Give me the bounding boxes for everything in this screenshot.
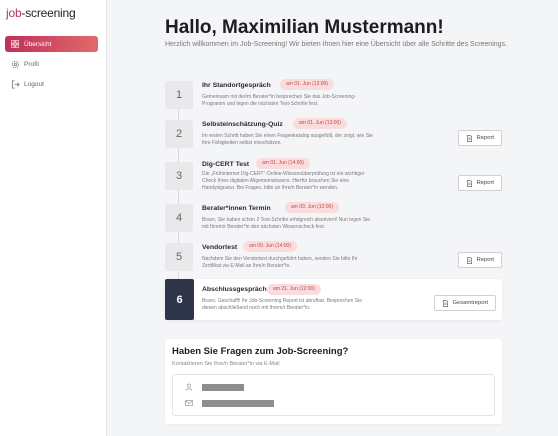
step-item: 2 Selbsteinschätzung-Quiz am 01. Jun (13… — [165, 117, 502, 155]
step-item-active: 6 Abschlussgespräch am 21. Jun (12:00) B… — [165, 279, 502, 320]
step-item: 1 Ihr Standortgespräch am 01. Jun (12:00… — [165, 78, 502, 116]
sidebar: job-screening Übersicht Profil Logout — [0, 0, 107, 436]
step-description: Bravo. Geschafft! Ihr Job-Screening Repo… — [202, 298, 362, 312]
date-badge: am 21. Jun (12:00) — [267, 284, 321, 295]
report-button[interactable]: Report — [457, 175, 502, 191]
report-button-label: Report — [476, 257, 494, 263]
step-number: 6 — [165, 279, 194, 320]
step-title: Berater*innen Termin — [202, 205, 271, 212]
user-icon — [185, 383, 193, 391]
step-number: 2 — [165, 120, 193, 148]
main-content: Hallo, Maximilian Mustermann! Herzlich w… — [107, 0, 558, 436]
step-number: 4 — [165, 204, 193, 232]
step-description: Nachdem Sie den Vendortest durchgeführt … — [202, 256, 358, 270]
report-button[interactable]: Report — [457, 252, 502, 268]
contact-card: Haben Sie Fragen zum Job-Screening? Kont… — [165, 339, 502, 424]
step-title: Dig-CERT Test — [202, 161, 250, 168]
contact-details — [172, 374, 495, 416]
step-title: Selbsteinschätzung-Quiz — [202, 121, 283, 128]
logout-icon — [10, 79, 20, 89]
document-icon — [466, 179, 472, 187]
page-subtitle: Herzlich willkommen im Job-Screening! Wi… — [165, 41, 507, 48]
app-logo[interactable]: job-screening — [6, 6, 76, 20]
step-title: Vendortest — [202, 244, 238, 251]
step-number: 1 — [165, 81, 193, 109]
date-badge: am 01. Jun (13:00) — [293, 118, 347, 129]
redacted-name — [202, 383, 244, 391]
step-item: 4 Berater*innen Termin am 09. Jun (12:00… — [165, 201, 502, 239]
document-icon — [466, 134, 472, 142]
step-item: 5 Vendortest am 09. Jun (14:00) Nachdem … — [165, 240, 502, 278]
step-description: Im ersten Schritt haben Sie einen Fragen… — [202, 133, 373, 147]
step-title: Abschlussgespräch — [202, 286, 267, 293]
date-badge: am 01. Jun (12:00) — [280, 79, 334, 90]
sidebar-item-label: Profil — [24, 60, 39, 68]
date-badge: am 09. Jun (12:00) — [285, 202, 339, 213]
mail-icon — [185, 400, 193, 406]
contact-email-row — [185, 399, 274, 407]
step-number: 5 — [165, 243, 193, 271]
step-item: 3 Dig-CERT Test am 01. Jun (14:00) Die „… — [165, 157, 502, 195]
grid-icon — [10, 39, 20, 49]
redacted-email[interactable] — [202, 399, 274, 407]
report-button-label: Report — [476, 180, 494, 186]
page-title: Hallo, Maximilian Mustermann! — [165, 17, 444, 38]
report-button[interactable]: Report — [457, 130, 502, 146]
step-description: Gemeinsam mit der/m Berater*in bespreche… — [202, 94, 356, 108]
report-button-label: Report — [476, 135, 494, 141]
sidebar-item-logout[interactable]: Logout — [5, 76, 98, 92]
step-number: 3 — [165, 162, 193, 190]
sidebar-item-label: Logout — [24, 80, 44, 88]
date-badge: am 09. Jun (14:00) — [243, 241, 297, 252]
contact-name-row — [185, 383, 244, 391]
gesamtreport-button-label: Gesamtreport — [452, 300, 488, 306]
step-title: Ihr Standortgespräch — [202, 82, 271, 89]
document-icon — [466, 256, 472, 264]
sidebar-item-overview[interactable]: Übersicht — [5, 36, 98, 52]
document-icon — [442, 299, 448, 307]
sidebar-item-label: Übersicht — [24, 40, 52, 48]
contact-title: Haben Sie Fragen zum Job-Screening? — [172, 346, 349, 357]
step-description: Die „Frühinternet Dig-CERT“-Online-Wisse… — [202, 171, 365, 192]
contact-subtitle: Kontaktieren Sie Ihre/n Berater*in via E… — [172, 361, 280, 367]
gear-icon — [10, 59, 20, 69]
date-badge: am 01. Jun (14:00) — [256, 158, 310, 169]
gesamtreport-button[interactable]: Gesamtreport — [433, 295, 496, 311]
sidebar-item-profile[interactable]: Profil — [5, 56, 98, 72]
step-description: Bravo, Sie haben schon 2 Test-Schritte e… — [202, 217, 371, 231]
